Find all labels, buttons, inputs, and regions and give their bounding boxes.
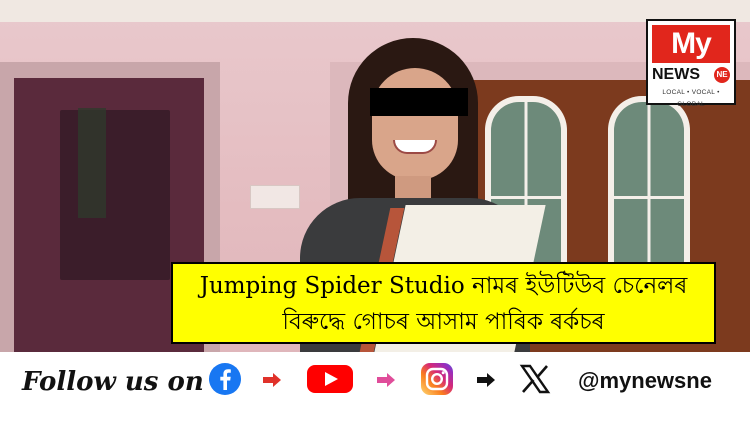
follow-us-text: Follow us on [22, 367, 204, 397]
social-handle[interactable]: @mynewsne [578, 364, 712, 398]
arched-window-right [608, 96, 690, 278]
arrow-right-icon [377, 373, 395, 387]
facebook-icon[interactable] [208, 362, 242, 396]
logo-ne-badge: NE [714, 67, 730, 83]
hanging-cloth [78, 108, 106, 218]
arrow-right-icon [263, 373, 281, 387]
mynews-logo: My NEWS NE LOCAL • VOCAL • GLOBAL [646, 19, 736, 108]
ceiling [0, 0, 750, 22]
headline-line-2: বিৰুদ্ধে গোচৰ আসাম পাৰিক ৰৰ্কচৰ [282, 309, 605, 335]
headline-box: Jumping Spider Studio নামৰ ইউটিউব চেনেলৰ… [171, 262, 716, 344]
switch-board [250, 185, 300, 209]
youtube-icon[interactable] [306, 362, 354, 396]
left-door-panel [60, 110, 170, 280]
thumbnail: My NEWS NE LOCAL • VOCAL • GLOBAL Jumpin… [0, 0, 750, 430]
eye-censor-bar [370, 88, 468, 116]
person-face [372, 68, 458, 180]
x-icon[interactable] [518, 362, 552, 396]
instagram-icon[interactable] [420, 362, 454, 396]
logo-tagline: LOCAL • VOCAL • GLOBAL [662, 89, 720, 108]
headline-line-1: Jumping Spider Studio নামৰ ইউটিউব চেনেলৰ [199, 273, 688, 299]
logo-news-text: NEWS [652, 66, 700, 83]
logo-my-text: My [652, 25, 730, 63]
arrow-right-icon [477, 373, 495, 387]
